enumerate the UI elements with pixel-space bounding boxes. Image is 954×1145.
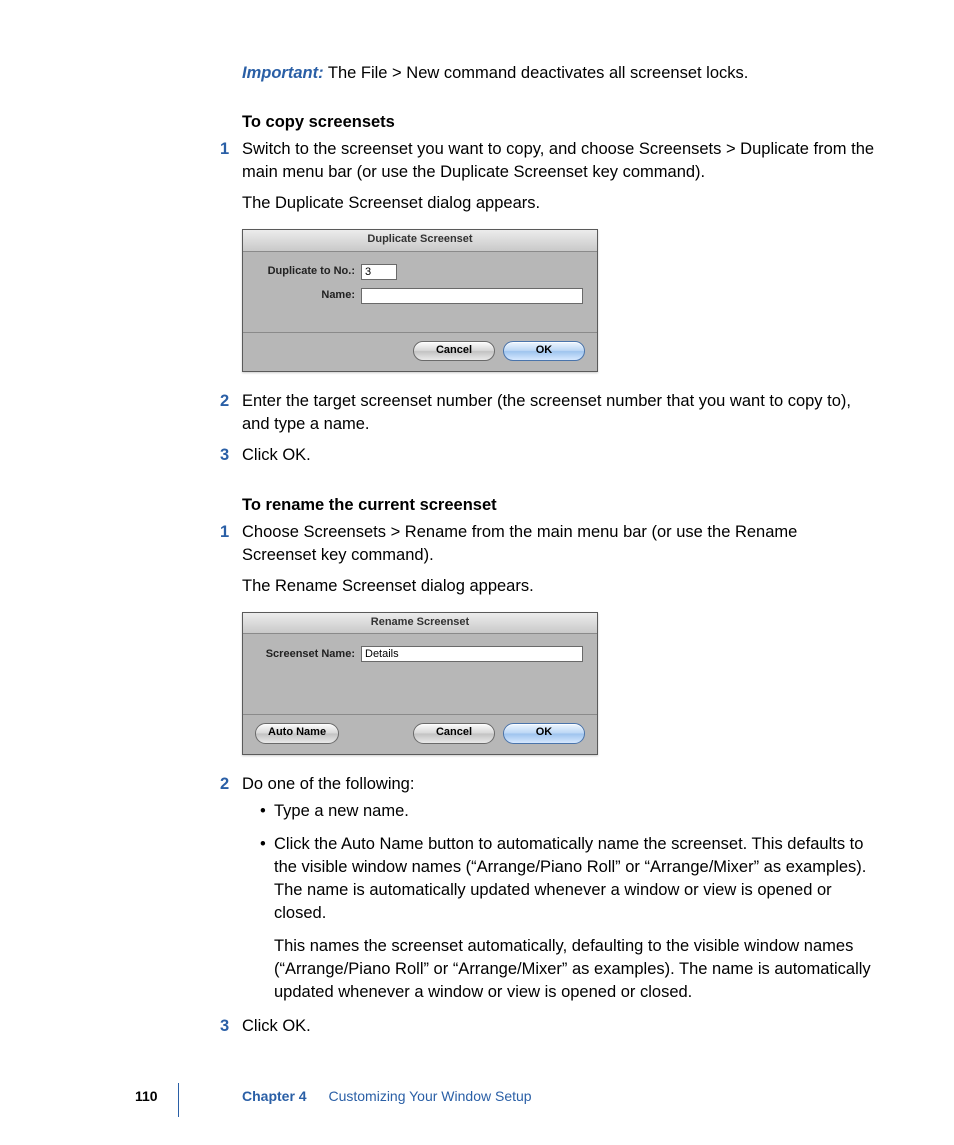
step-text: Do one of the following:	[242, 775, 414, 793]
dialog-body: Duplicate to No.: Name:	[243, 252, 597, 332]
important-note: Important: The File > New command deacti…	[242, 62, 876, 85]
input-name[interactable]	[361, 288, 583, 304]
rename-dialog-figure: Rename Screenset Screenset Name: Auto Na…	[242, 612, 876, 755]
input-duplicate-no[interactable]	[361, 264, 397, 280]
step-b1: 1 Choose Screensets > Rename from the ma…	[242, 521, 876, 755]
step-a1: 1 Switch to the screenset you want to co…	[242, 138, 876, 372]
bullet-type-name: Type a new name.	[260, 800, 876, 823]
step-b2: 2 Do one of the following: Type a new na…	[242, 773, 876, 1005]
heading-rename-screenset: To rename the current screenset	[242, 494, 876, 517]
important-text: The File > New command deactivates all s…	[328, 64, 748, 82]
rename-dialog: Rename Screenset Screenset Name: Auto Na…	[242, 612, 598, 755]
document-page: Important: The File > New command deacti…	[0, 0, 954, 1145]
input-screenset-name[interactable]	[361, 646, 583, 662]
step-number: 3	[220, 1015, 229, 1038]
step-number: 2	[220, 390, 229, 413]
cancel-button[interactable]: Cancel	[413, 341, 495, 361]
step-number: 3	[220, 444, 229, 467]
cancel-button[interactable]: Cancel	[413, 723, 495, 743]
duplicate-dialog: Duplicate Screenset Duplicate to No.: Na…	[242, 229, 598, 372]
label-screenset-name: Screenset Name:	[257, 647, 361, 662]
dialog-title: Rename Screenset	[243, 613, 597, 634]
chapter-info: Chapter 4 Customizing Your Window Setup	[242, 1087, 532, 1107]
row-name: Name:	[257, 288, 583, 304]
row-duplicate-no: Duplicate to No.:	[257, 264, 583, 280]
step-b3: 3 Click OK.	[242, 1015, 876, 1038]
dialog-body: Screenset Name:	[243, 634, 597, 714]
page-number: 110	[135, 1087, 158, 1107]
step-text: Click OK.	[242, 1017, 311, 1035]
ok-button[interactable]: OK	[503, 723, 585, 743]
auto-name-button[interactable]: Auto Name	[255, 723, 339, 743]
step-number: 1	[220, 138, 229, 161]
bullet-follow-text: This names the screenset automatically, …	[274, 935, 876, 1004]
step-text: Enter the target screenset number (the s…	[242, 392, 851, 433]
step-text: Switch to the screenset you want to copy…	[242, 140, 874, 181]
dialog-title: Duplicate Screenset	[243, 230, 597, 251]
chapter-title: Customizing Your Window Setup	[328, 1088, 531, 1104]
label-duplicate-no: Duplicate to No.:	[257, 264, 361, 279]
footer-divider	[178, 1083, 179, 1117]
step-text: Choose Screensets > Rename from the main…	[242, 523, 797, 564]
row-screenset-name: Screenset Name:	[257, 646, 583, 662]
dialog-footer: Cancel OK	[243, 332, 597, 371]
step-number: 1	[220, 521, 229, 544]
step-follow-text: The Duplicate Screenset dialog appears.	[242, 192, 876, 215]
important-label: Important:	[242, 64, 324, 82]
step-number: 2	[220, 773, 229, 796]
bullet-auto-name: Click the Auto Name button to automatica…	[260, 833, 876, 1005]
step-text: Click OK.	[242, 446, 311, 464]
label-name: Name:	[257, 288, 361, 303]
ok-button[interactable]: OK	[503, 341, 585, 361]
bullet-text: Click the Auto Name button to automatica…	[274, 835, 866, 922]
chapter-label: Chapter 4	[242, 1088, 307, 1104]
heading-copy-screensets: To copy screensets	[242, 111, 876, 134]
step-follow-text: The Rename Screenset dialog appears.	[242, 575, 876, 598]
step-a3: 3 Click OK.	[242, 444, 876, 467]
duplicate-dialog-figure: Duplicate Screenset Duplicate to No.: Na…	[242, 229, 876, 372]
dialog-footer: Auto Name Cancel OK	[243, 714, 597, 753]
step-a2: 2 Enter the target screenset number (the…	[242, 390, 876, 436]
bullet-text: Type a new name.	[274, 802, 409, 820]
